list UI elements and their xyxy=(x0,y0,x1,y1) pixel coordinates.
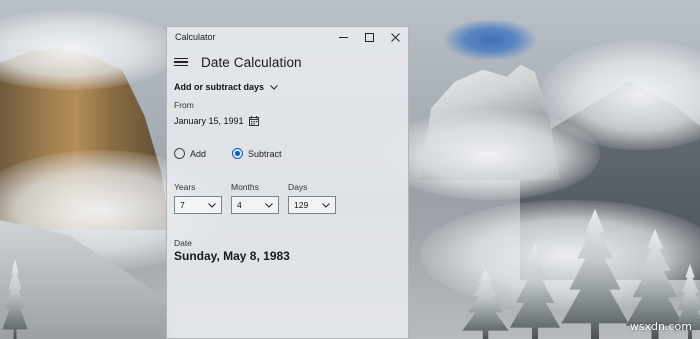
days-select[interactable]: 129 xyxy=(288,196,336,214)
sky-patch xyxy=(445,20,535,60)
calculator-window: Calculator Date Calculation Add or subtr… xyxy=(166,26,409,339)
title-bar[interactable]: Calculator xyxy=(167,27,408,47)
calculation-mode-dropdown[interactable]: Add or subtract days xyxy=(174,80,408,94)
offset-labels: Years Months Days xyxy=(174,182,374,194)
subtract-radio-circle xyxy=(232,148,244,159)
months-select[interactable]: 4 xyxy=(231,196,279,214)
years-select[interactable]: 7 xyxy=(174,196,222,214)
from-date-picker[interactable]: January 15, 1991 xyxy=(174,116,259,126)
from-date-value: January 15, 1991 xyxy=(174,116,244,126)
chevron-down-icon xyxy=(265,202,273,208)
subtract-radio[interactable]: Subtract xyxy=(232,148,282,159)
app-title: Calculator xyxy=(175,32,216,42)
result-label: Date xyxy=(174,238,192,248)
months-label: Months xyxy=(231,182,259,192)
caption-buttons xyxy=(330,27,408,47)
hamburger-menu-icon[interactable] xyxy=(174,57,188,67)
chevron-down-icon xyxy=(322,202,330,208)
operation-radio-group: Add Subtract xyxy=(174,148,282,159)
years-value: 7 xyxy=(180,200,185,210)
close-button[interactable] xyxy=(382,27,408,47)
add-radio-circle xyxy=(174,148,185,159)
watermark: wsxdn.com xyxy=(629,320,692,333)
minimize-icon xyxy=(338,36,348,38)
cloud xyxy=(0,10,180,90)
offset-selects: 7 4 129 xyxy=(174,196,374,216)
months-value: 4 xyxy=(237,200,242,210)
dropdown-selected-value: Add or subtract days xyxy=(174,82,265,92)
calendar-icon xyxy=(248,116,259,126)
mode-title: Date Calculation xyxy=(201,54,302,70)
add-radio-label: Add xyxy=(190,148,207,159)
add-radio[interactable]: Add xyxy=(174,148,206,159)
app-header: Date Calculation xyxy=(167,51,408,73)
result-date: Sunday, May 8, 1983 xyxy=(174,249,290,263)
subtract-radio-label: Subtract xyxy=(248,148,282,159)
minimize-button[interactable] xyxy=(330,27,356,47)
years-label: Years xyxy=(174,182,196,192)
days-value: 129 xyxy=(294,200,309,210)
from-label: From xyxy=(174,100,194,110)
maximize-icon xyxy=(364,32,374,42)
chevron-down-icon xyxy=(208,202,216,208)
chevron-down-icon xyxy=(270,84,278,90)
days-label: Days xyxy=(288,182,308,192)
maximize-button[interactable] xyxy=(356,27,382,47)
close-icon xyxy=(390,32,400,42)
